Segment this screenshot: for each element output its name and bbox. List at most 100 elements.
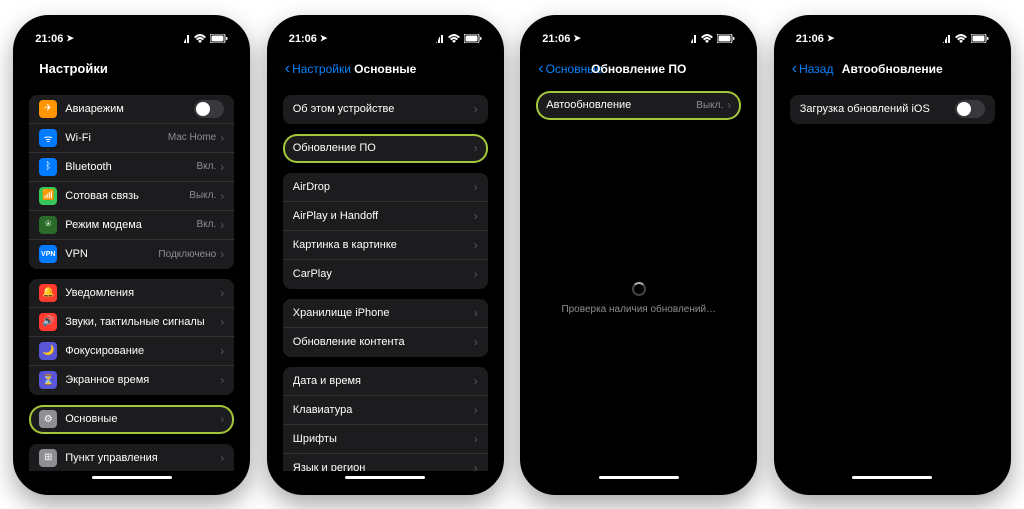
checking-label: Проверка наличия обновлений… (561, 304, 716, 315)
general-group-air: AirDrop› AirPlay и Handoff› Картинка в к… (283, 173, 488, 289)
row-airdrop[interactable]: AirDrop› (283, 173, 488, 202)
notch (837, 25, 947, 47)
row-wifi[interactable]: ᯤWi-FiMac Home› (29, 124, 234, 153)
status-time: 21:06 (796, 33, 824, 45)
airplane-toggle[interactable] (194, 100, 224, 118)
back-button[interactable]: ‹Настройки (285, 61, 351, 77)
battery-icon (717, 34, 735, 43)
chevron-right-icon: › (474, 180, 478, 194)
page-title: Автообновление (842, 62, 943, 76)
airplane-icon: ✈ (39, 100, 57, 118)
chevron-right-icon: › (474, 403, 478, 417)
chevron-right-icon: › (220, 344, 224, 358)
moon-icon: 🌙 (39, 342, 57, 360)
row-software-update[interactable]: Обновление ПО› (283, 134, 488, 163)
auto-update-group: Загрузка обновлений iOS (790, 95, 995, 124)
row-auto-update[interactable]: АвтообновлениеВыкл.› (536, 91, 741, 120)
chevron-left-icon: ‹ (538, 61, 543, 77)
phone-general: 21:06➤ ‹Настройки Основные Об этом устро… (267, 15, 504, 495)
spinner-icon (632, 282, 646, 296)
auto-update-highlighted: АвтообновлениеВыкл.› (536, 91, 741, 120)
wifi-status-icon (448, 34, 460, 43)
row-download-ios-updates[interactable]: Загрузка обновлений iOS (790, 95, 995, 124)
phone-auto-update: 21:06➤ ‹Назад Автообновление Загрузка об… (774, 15, 1011, 495)
chevron-right-icon: › (220, 373, 224, 387)
row-bluetooth[interactable]: ᛒBluetoothВкл.› (29, 153, 234, 182)
checking-status: Проверка наличия обновлений… (536, 126, 741, 471)
row-hotspot[interactable]: ⍟Режим модемаВкл.› (29, 211, 234, 240)
battery-icon (971, 34, 989, 43)
chevron-right-icon: › (474, 141, 478, 155)
settings-group-connectivity: ✈Авиарежим ᯤWi-FiMac Home› ᛒBluetoothВкл… (29, 95, 234, 269)
wifi-status-icon (955, 34, 967, 43)
location-indicator-icon: ➤ (573, 33, 581, 44)
row-airplane[interactable]: ✈Авиарежим (29, 95, 234, 124)
status-time: 21:06 (542, 33, 570, 45)
row-pip[interactable]: Картинка в картинке› (283, 231, 488, 260)
wifi-status-icon (701, 34, 713, 43)
chevron-right-icon: › (220, 315, 224, 329)
battery-icon (210, 34, 228, 43)
home-indicator[interactable] (530, 471, 747, 485)
row-general[interactable]: ⚙Основные› (29, 405, 234, 434)
bluetooth-icon: ᛒ (39, 158, 57, 176)
notch (330, 25, 440, 47)
hotspot-icon: ⍟ (39, 216, 57, 234)
home-indicator[interactable] (23, 471, 240, 485)
row-fonts[interactable]: Шрифты› (283, 425, 488, 454)
gear-icon: ⚙ (39, 410, 57, 428)
row-sounds[interactable]: 🔊Звуки, тактильные сигналы› (29, 308, 234, 337)
row-datetime[interactable]: Дата и время› (283, 367, 488, 396)
chevron-right-icon: › (474, 102, 478, 116)
vpn-icon: VPN (39, 245, 57, 263)
settings-group-system: ⊞Пункт управления› AAЭкран и яркость› ▦Э… (29, 444, 234, 471)
status-time: 21:06 (289, 33, 317, 45)
general-group-about: Об этом устройстве› (283, 95, 488, 124)
row-keyboard[interactable]: Клавиатура› (283, 396, 488, 425)
row-storage[interactable]: Хранилище iPhone› (283, 299, 488, 328)
row-refresh[interactable]: Обновление контента› (283, 328, 488, 357)
chevron-right-icon: › (474, 267, 478, 281)
row-cellular[interactable]: 📶Сотовая связьВыкл.› (29, 182, 234, 211)
row-control-center[interactable]: ⊞Пункт управления› (29, 444, 234, 471)
chevron-right-icon: › (220, 412, 224, 426)
settings-group-general-highlighted: ⚙Основные› (29, 405, 234, 434)
chevron-right-icon: › (727, 98, 731, 112)
download-updates-toggle[interactable] (955, 100, 985, 118)
chevron-left-icon: ‹ (792, 61, 797, 77)
wifi-status-icon (194, 34, 206, 43)
cellular-icon: 📶 (39, 187, 57, 205)
row-notifications[interactable]: 🔔Уведомления› (29, 279, 234, 308)
location-indicator-icon: ➤ (320, 33, 328, 44)
bell-icon: 🔔 (39, 284, 57, 302)
chevron-right-icon: › (220, 131, 224, 145)
chevron-right-icon: › (474, 374, 478, 388)
row-language[interactable]: Язык и регион› (283, 454, 488, 471)
row-vpn[interactable]: VPNVPNПодключено› (29, 240, 234, 269)
general-group-update-highlighted: Обновление ПО› (283, 134, 488, 163)
row-carplay[interactable]: CarPlay› (283, 260, 488, 289)
phone-settings: 21:06➤ Настройки ✈Авиарежим ᯤWi-FiMac Ho… (13, 15, 250, 495)
page-title: Обновление ПО (591, 62, 686, 76)
row-focus[interactable]: 🌙Фокусирование› (29, 337, 234, 366)
notch (77, 25, 187, 47)
chevron-right-icon: › (474, 335, 478, 349)
page-title: Настройки (31, 61, 108, 76)
sound-icon: 🔊 (39, 313, 57, 331)
battery-icon (464, 34, 482, 43)
location-indicator-icon: ➤ (827, 33, 835, 44)
general-group-storage: Хранилище iPhone› Обновление контента› (283, 299, 488, 357)
row-about[interactable]: Об этом устройстве› (283, 95, 488, 124)
phone-software-update: 21:06➤ ‹Основные Обновление ПО Автообнов… (520, 15, 757, 495)
row-screentime[interactable]: ⏳Экранное время› (29, 366, 234, 395)
home-indicator[interactable] (784, 471, 1001, 485)
chevron-right-icon: › (474, 238, 478, 252)
back-button[interactable]: ‹Назад (792, 61, 834, 77)
chevron-right-icon: › (474, 461, 478, 471)
page-title: Основные (354, 62, 416, 76)
notch (584, 25, 694, 47)
control-icon: ⊞ (39, 449, 57, 467)
home-indicator[interactable] (277, 471, 494, 485)
chevron-left-icon: ‹ (285, 61, 290, 77)
row-airplay[interactable]: AirPlay и Handoff› (283, 202, 488, 231)
